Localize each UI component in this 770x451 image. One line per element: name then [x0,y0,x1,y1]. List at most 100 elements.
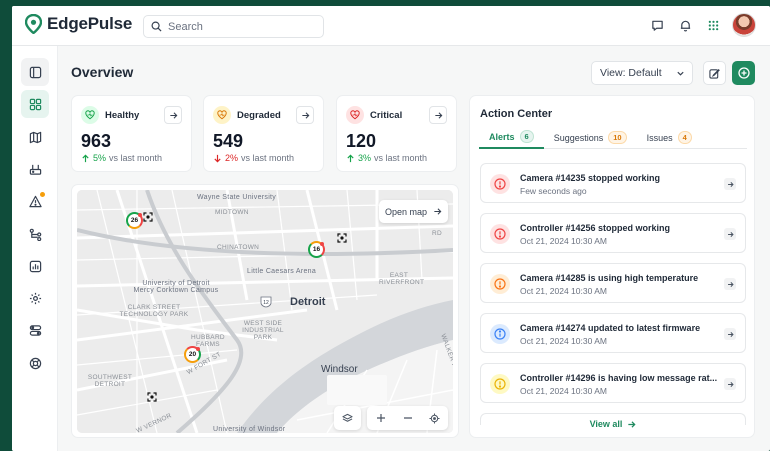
tab-suggestions[interactable]: Suggestions 10 [544,126,637,149]
sidebar-item-devices[interactable] [21,155,49,183]
top-actions [648,13,756,37]
tab-alerts[interactable]: Alerts 6 [479,126,544,149]
kpi-trend: 3% vs last month [346,153,427,163]
arrow-right-icon [727,331,734,337]
alert-title: Camera #14235 stopped working [520,173,661,183]
chat-icon[interactable] [648,16,666,34]
sidebar-item-topology[interactable] [21,220,49,248]
alert-item[interactable]: Camera #14235 stopped working Few second… [480,163,746,203]
alert-open-button[interactable] [724,378,736,390]
highway-shield-label: 12 [263,300,269,306]
chevron-down-icon [677,71,684,76]
sidebar-item-integrations[interactable] [21,316,49,344]
kpi-open-button[interactable] [429,106,447,124]
map-city-detroit: Detroit [290,296,326,308]
map-marker[interactable]: 20 [184,346,201,363]
alert-time: Oct 21, 2024 10:30 AM [520,236,607,246]
edgepulse-logo-icon [25,14,42,34]
map-label-midtown: MIDTOWN [215,209,249,216]
bell-icon[interactable] [676,16,694,34]
map-label-eastriver: EAST RIVERFRONT [379,272,425,286]
alert-item[interactable]: Camera #14274 updated to latest firmware… [480,313,746,353]
tab-issues[interactable]: Issues 4 [637,126,702,149]
camera-focus-icon[interactable] [147,392,157,402]
alert-info-icon [490,324,510,344]
plus-circle-icon [737,67,750,79]
camera-focus-icon[interactable] [337,233,347,243]
toggles-icon [29,324,41,336]
map-marker-alert-dot [320,242,324,246]
search-input[interactable] [168,20,318,33]
alert-open-button[interactable] [724,228,736,240]
open-map-button[interactable]: Open map [379,200,448,223]
map-marker[interactable]: 26 [126,212,143,229]
kpi-open-button[interactable] [296,106,314,124]
alert-item[interactable]: Controller #14256 stopped working Oct 21… [480,213,746,253]
zoom-out-button[interactable] [394,406,421,430]
alert-warning-icon [490,274,510,294]
edit-button[interactable] [703,61,726,85]
arrow-down-icon [214,154,221,162]
tab-count-badge: 4 [677,131,692,144]
kpi-delta: 5% [93,153,107,163]
map-layers-control [334,406,361,430]
kpi-value: 963 [81,131,112,151]
open-map-label: Open map [384,206,428,217]
sidebar-item-reports[interactable] [21,252,49,280]
layers-button[interactable] [334,406,361,430]
alert-open-button[interactable] [724,178,736,190]
app-name: EdgePulse [47,14,133,33]
alert-caution-icon [490,374,510,394]
sidebar-item-dashboard[interactable] [21,90,49,118]
arrow-up-icon [347,154,354,162]
kpi-card-healthy[interactable]: Healthy 963 5% vs last month [71,95,192,172]
minus-icon [403,417,412,419]
page-title: Overview [71,64,134,80]
view-all-label: View all [589,419,623,429]
kpi-card-degraded[interactable]: Degraded 549 2% vs last month [203,95,324,172]
alert-title: Controller #14256 stopped working [520,223,671,233]
alert-title: Camera #14285 is using high temperature [520,273,699,283]
sidebar-item-settings[interactable] [21,284,49,312]
action-center-title: Action Center [480,108,553,120]
sidebar [12,46,58,451]
kpi-delta-suffix: vs last month [241,153,295,163]
alert-time: Oct 21, 2024 10:30 AM [520,286,607,296]
zoom-in-button[interactable] [367,406,394,430]
sidebar-item-alerts[interactable] [21,187,49,215]
alert-open-button[interactable] [724,278,736,290]
view-all-link[interactable]: View all [470,419,754,429]
map-zoom-control [367,406,448,430]
kpi-open-button[interactable] [164,106,182,124]
tab-count-badge: 10 [608,131,627,144]
sidebar-item-map[interactable] [21,123,49,151]
map-marker[interactable]: 16 [308,241,325,258]
alert-dot-badge [40,192,45,197]
device-map[interactable]: Wayne State University MIDTOWN CHINATOWN… [77,190,453,433]
kpi-card-critical[interactable]: Critical 120 3% vs last month [336,95,457,172]
healthy-heart-icon [81,106,99,124]
alert-open-button[interactable] [724,328,736,340]
sidebar-item-support[interactable] [21,349,49,377]
kpi-name: Degraded [237,110,281,121]
map-marker-alert-dot [196,347,200,351]
camera-focus-icon[interactable] [143,212,153,222]
arrow-right-icon [727,281,734,287]
locate-button[interactable] [421,406,448,430]
alert-item[interactable]: Camera #14285 is using high temperature … [480,263,746,303]
add-widget-button[interactable] [732,61,755,85]
map-label-rd: RD [432,230,442,237]
sidebar-toggle[interactable] [21,58,49,86]
arrow-right-icon [727,181,734,187]
alert-critical-icon [490,174,510,194]
view-select[interactable]: View: Default [591,61,693,85]
kpi-value: 120 [346,131,377,151]
layers-icon [342,413,353,422]
user-avatar[interactable] [732,13,756,37]
search-box[interactable] [143,15,324,38]
alert-item[interactable]: Controller #14296 is having low message … [480,363,746,403]
app-logo[interactable]: EdgePulse [25,14,132,34]
critical-heart-icon [346,106,364,124]
map-label-uwindsor: University of Windsor [213,426,286,433]
apps-grid-icon[interactable] [704,16,722,34]
